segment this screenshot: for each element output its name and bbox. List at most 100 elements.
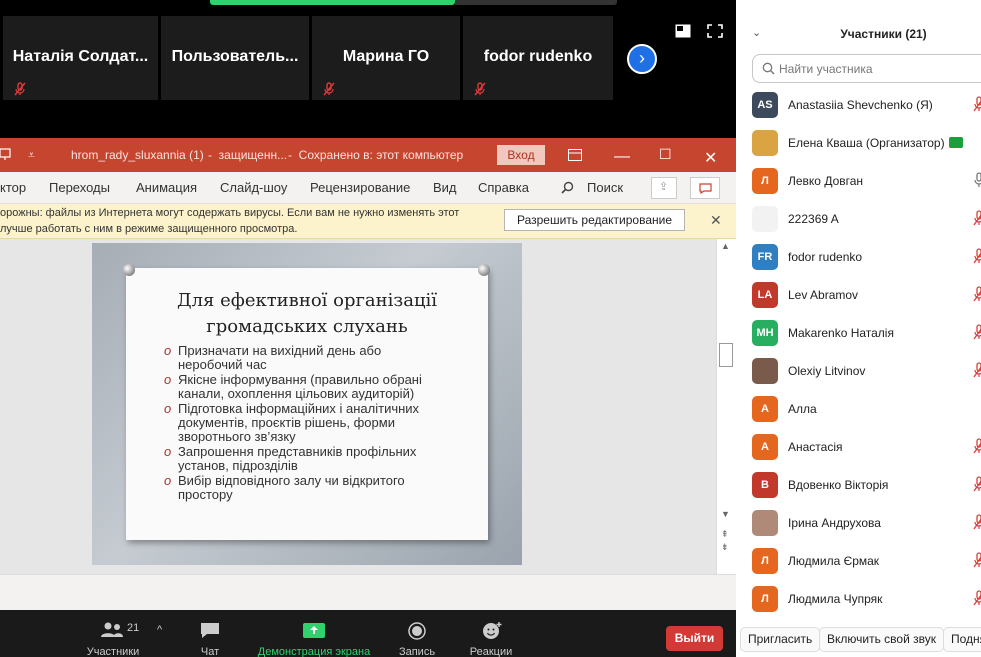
participants-button[interactable]: 21 Участники [78,610,148,657]
bullet-line: простору [178,487,233,502]
muted-mic-icon [474,82,486,96]
participant-name: Елена Кваша (Организатор) [788,136,945,150]
minimize-icon[interactable]: — [614,148,630,166]
bullet-item: Вибір відповідного залу чи відкритогопро… [164,474,464,502]
participant-row[interactable]: AS Anastasiia Shevchenko (Я) [736,86,981,124]
participant-row[interactable]: Л Левко Довган [736,162,981,200]
protected-view-bar: орожны: файлы из Интернета могут содержа… [0,204,736,239]
panel-title: Участники (21) [840,27,927,41]
prev-slide-icon[interactable]: ⇞ [721,529,729,540]
close-icon[interactable]: ✕ [710,212,722,229]
participant-name: Людмила Єрмак [788,554,880,568]
fullscreen-icon[interactable] [707,24,723,38]
participant-name: Вдовенко Вікторія [788,478,889,492]
view-layout-icon[interactable] [675,24,691,38]
record-button[interactable]: Запись [395,610,439,657]
participants-label: Участники [86,646,140,657]
chevron-right-icon: › [639,48,645,68]
avatar: LA [752,282,778,308]
participant-row[interactable]: Л Людмила Чупряк [736,580,981,618]
participant-row[interactable]: Л Людмила Єрмак [736,542,981,580]
customize-qat-icon[interactable]: ⩡ [28,148,35,163]
warning-text-line2: лучше работать с ним в режиме защищенног… [0,223,298,235]
avatar: Л [752,168,778,194]
participant-row[interactable]: А Алла [736,390,981,428]
video-thumbnail[interactable]: Наталія Солдат... [3,16,158,100]
tab-transitions[interactable]: Переходы [49,180,110,195]
ppt-title-bar: ⩡ hrom_rady_sluxannia (1) - защищенн... … [0,138,736,172]
participant-name: Левко Довган [788,174,864,188]
participant-row[interactable]: Елена Кваша (Организатор) [736,124,981,162]
chat-button[interactable]: Чат [190,610,230,657]
thumbnail-name: Марина ГО [342,48,430,65]
bullet-line: установ, підрозділів [178,458,298,473]
slide-paper: Для ефективної організації громадських с… [126,268,488,540]
warning-text-line1: орожны: файлы из Интернета могут содержа… [0,207,460,219]
reactions-button[interactable]: Реакции [466,610,516,657]
ppt-ribbon-tabs: ктор Переходы Анимация Слайд-шоу Рецензи… [0,172,736,204]
sharing-indicator-bar [210,0,455,5]
tab-slideshow[interactable]: Слайд-шоу [220,180,287,195]
next-slide-icon[interactable]: ⇟ [721,542,729,553]
slide-title-line: громадських слухань [206,316,408,337]
close-icon[interactable]: ✕ [704,148,717,168]
avatar: Л [752,548,778,574]
participant-row[interactable]: LA Lev Abramov [736,276,981,314]
vertical-scrollbar[interactable]: ▲ ▼ ⇞ ⇟ [716,239,736,574]
chevron-up-icon[interactable]: ^ [157,624,162,636]
search-placeholder: Найти участника [779,62,873,76]
participant-row[interactable]: А Анастасія [736,428,981,466]
raise-hand-button[interactable]: Подня [943,627,981,652]
tab-help[interactable]: Справка [478,180,529,195]
enable-editing-button[interactable]: Разрешить редактирование [504,209,685,231]
search-icon[interactable] [561,181,574,194]
bullet-line: неробочий час [178,357,267,372]
participant-name: Lev Abramov [788,288,859,302]
unmute-self-button[interactable]: Включить свой звук [819,627,944,652]
leave-button[interactable]: Выйти [666,626,723,651]
participant-row[interactable]: Ірина Андрухова [736,504,981,542]
participant-row[interactable]: MH Makarenko Наталія [736,314,981,352]
login-button[interactable]: Вход [497,145,545,165]
thumbnail-name: Наталія Солдат... [12,48,149,65]
tab-animations[interactable]: Анимация [136,180,197,195]
bullet-line: канали, охоплення цільових аудиторій) [178,386,415,401]
sharing-options-bar [455,0,617,5]
avatar: А [752,396,778,422]
ribbon-display-icon[interactable] [568,149,582,161]
participant-row[interactable]: В Вдовенко Вікторія [736,466,981,504]
bullet-item: Підготовка інформаційних і аналітичнихдо… [164,402,464,444]
scroll-up-icon[interactable]: ▲ [721,241,730,251]
thumbnail-name: Пользователь... [171,48,299,65]
participant-search-input[interactable]: Найти участника [752,54,981,83]
maximize-icon[interactable]: ☐ [659,146,672,163]
tab-view[interactable]: Вид [433,180,457,195]
bullet-item: Запрошення представників профільнихустан… [164,445,464,473]
participant-row[interactable]: FR fodor rudenko [736,238,981,276]
tab-review[interactable]: Рецензирование [310,180,410,195]
mic-icon [972,172,981,188]
shared-screen-powerpoint: ⩡ hrom_rady_sluxannia (1) - защищенн... … [0,138,736,610]
pushpin-icon [123,264,135,276]
video-thumbnail[interactable]: Марина ГО [312,16,460,100]
participant-row[interactable]: 222369 A [736,200,981,238]
bullet-line: Призначати на вихідний день або [178,343,382,358]
comments-button[interactable] [690,177,720,199]
video-thumbnail[interactable]: Пользователь... [161,16,309,100]
ribbon-search[interactable]: Поиск [587,180,623,195]
participant-name: Anastasiia Shevchenko (Я) [788,98,933,112]
invite-button[interactable]: Пригласить [740,627,821,652]
scrollbar-thumb[interactable] [719,343,733,367]
share-button[interactable]: ⇪ [651,177,677,199]
participant-name: Ірина Андрухова [788,516,881,530]
avatar [752,206,778,232]
slideshow-icon[interactable] [0,147,12,161]
participant-row[interactable]: Olexiy Litvinov [736,352,981,390]
gallery-next-button[interactable]: › [627,44,657,74]
avatar: Л [752,586,778,612]
video-thumbnail[interactable]: fodor rudenko [463,16,613,100]
scroll-down-icon[interactable]: ▼ [721,509,730,519]
share-screen-button[interactable]: Демонстрация экрана [252,610,376,657]
tab-design[interactable]: ктор [0,180,26,195]
panel-footer: Пригласить Включить свой звук Подня [736,622,981,657]
